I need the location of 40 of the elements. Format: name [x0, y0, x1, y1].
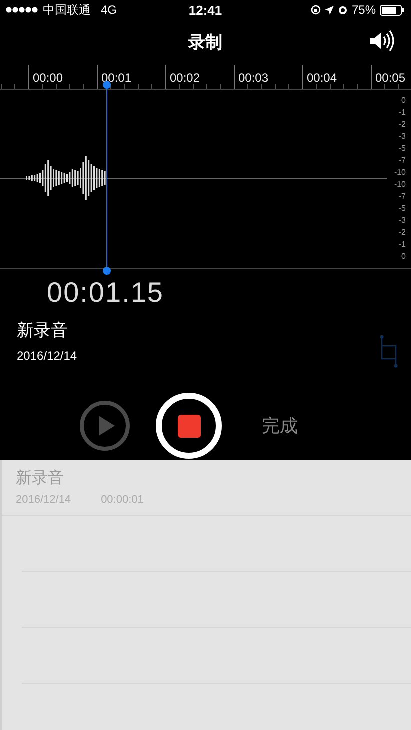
timeline-label: 00:05	[376, 71, 406, 85]
level-scale-label: 0	[402, 252, 406, 262]
status-time: 12:41	[188, 2, 222, 18]
battery-icon	[380, 4, 405, 16]
battery-percent: 75%	[352, 3, 376, 17]
level-scale-label: -2	[398, 228, 406, 238]
carrier-name: 中国联通	[43, 2, 91, 18]
elapsed-time: 00:01.15	[47, 277, 165, 309]
level-scale-label: -10	[394, 180, 406, 190]
signal-icon	[6, 7, 39, 13]
level-scale-label: -7	[398, 156, 406, 166]
level-scale-label: -3	[398, 216, 406, 226]
location-icon	[324, 6, 334, 14]
stop-icon	[178, 414, 200, 438]
timeline-label: 00:00	[33, 71, 64, 85]
alarm-icon	[338, 5, 348, 15]
level-scale-label: 0	[402, 96, 406, 106]
recording-item-duration: 00:00:01	[101, 494, 144, 506]
speaker-icon[interactable]	[369, 30, 395, 52]
timeline-label: 00:01	[102, 71, 132, 85]
timeline-label: 00:04	[307, 71, 338, 85]
recording-item-name: 新录音	[16, 468, 65, 489]
timeline-label: 00:02	[170, 71, 200, 85]
recording-date: 2016/12/14	[17, 349, 78, 363]
done-button[interactable]: 完成	[262, 414, 298, 438]
level-scale-label: -5	[398, 204, 406, 214]
rotation-lock-icon	[310, 5, 321, 15]
level-scale-label: -5	[398, 144, 406, 154]
recording-item-date: 2016/12/14	[16, 494, 72, 506]
timeline-label: 00:03	[238, 71, 269, 85]
level-scale-label: -1	[398, 108, 406, 118]
level-scale-label: -10	[394, 168, 406, 178]
level-scale-label: -1	[398, 240, 406, 250]
screen-title: 录制	[188, 32, 222, 54]
level-scale-label: -2	[398, 120, 406, 130]
network-type: 4G	[101, 3, 118, 17]
level-scale-label: -7	[398, 192, 406, 202]
recording-name: 新录音	[17, 320, 69, 342]
play-icon	[99, 416, 115, 436]
level-scale-label: -3	[398, 132, 406, 142]
